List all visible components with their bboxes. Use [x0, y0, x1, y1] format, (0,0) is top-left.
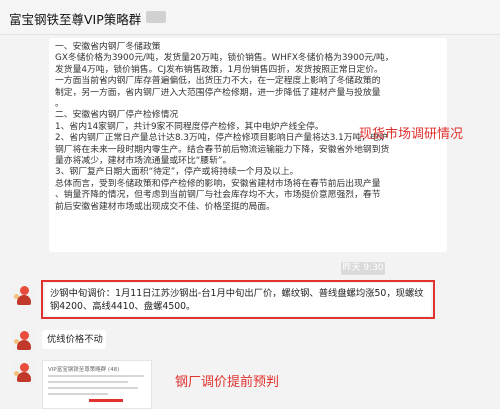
doc-line: 。 [55, 99, 64, 110]
doc-line: 总体而言，受到冬储政策和停产检修的影响，安徽省建材市场将在春节前后出现产量 [55, 178, 381, 189]
sender-avatar[interactable] [12, 283, 36, 307]
doc-line: 制定，另一方面，省内钢厂进入大范围停产检修期，进一步降低了建材产量与投放量 [55, 87, 381, 98]
chat-window: 富宝钢铁至尊VIP策略群 一、安徽省内钢厂冬储政策 GX冬储价格为3900元/吨… [0, 0, 500, 409]
message-text: 沙钢中旬调价：1月11日江苏沙钢出-台1月中旬出厂价，螺纹钢、普线盘螺均涨50，… [50, 288, 424, 312]
doc-line: 一方面当前省内钢厂库存普遍偏低，出货压力不大，在一定程度上影响了冬储政策的 [55, 76, 381, 87]
doc-line: GX冬储价格为3900元/吨，发货量20万吨，锁价销售。WHFX冬储价格为390… [55, 53, 394, 64]
message-timestamp: 昨天 9:30 [341, 262, 385, 275]
chat-header: 富宝钢铁至尊VIP策略群 [0, 0, 500, 35]
doc-line: 3、钢厂复产日期大面积“待定”，停产或将持续一个月及以上。 [55, 167, 299, 178]
doc-line: 一、安徽省内钢厂冬储政策 [55, 42, 161, 52]
doc-line: 前后安徽省建材市场或出现成交不佳、价格坚挺的局面。 [55, 201, 275, 212]
annotation-survey: 现货市场调研情况 [359, 127, 464, 142]
image-message-thumbnail[interactable]: VIP富宝钢铁至尊策略群 (48) [42, 360, 152, 409]
image-caption: VIP富宝钢铁至尊策略群 (48) [48, 367, 120, 373]
shared-document-card[interactable]: 一、安徽省内钢厂冬储政策 GX冬储价格为3900元/吨，发货量20万吨，锁价销售… [49, 38, 447, 252]
doc-line: 发货量4万吨，锁价销售。CJ发布销售政策，1月份销售四折，发货按照正常日定价。 [55, 64, 383, 75]
message-bubble[interactable]: 沙钢中旬调价：1月11日江苏沙钢出-台1月中旬出厂价，螺纹钢、普线盘螺均涨50，… [45, 283, 431, 316]
chat-title[interactable]: 富宝钢铁至尊VIP策略群 [9, 9, 141, 28]
redacted-member-count [146, 11, 166, 23]
doc-line: 、销量齐降的情况，但考虑到当前钢厂与社会库存均不大，市场挺价意愿强烈，春节 [55, 190, 381, 201]
message-text: 优线价格不动 [47, 334, 103, 345]
doc-line: 量亦将减少，建材市场流通量或环比“腰斩”。 [55, 156, 232, 167]
sender-avatar[interactable] [12, 328, 36, 352]
sender-avatar[interactable] [12, 360, 36, 384]
message-bubble[interactable]: 优线价格不动 [42, 330, 106, 349]
doc-line: 二、安徽省内钢厂停产检修情况 [55, 110, 179, 121]
annotation-forecast: 钢厂调价提前预判 [175, 375, 280, 390]
doc-line: 钢厂将在未来一段时期内零生产。结合春节前后物流运输能力下降，安徽省外地钢到货 [55, 144, 390, 155]
